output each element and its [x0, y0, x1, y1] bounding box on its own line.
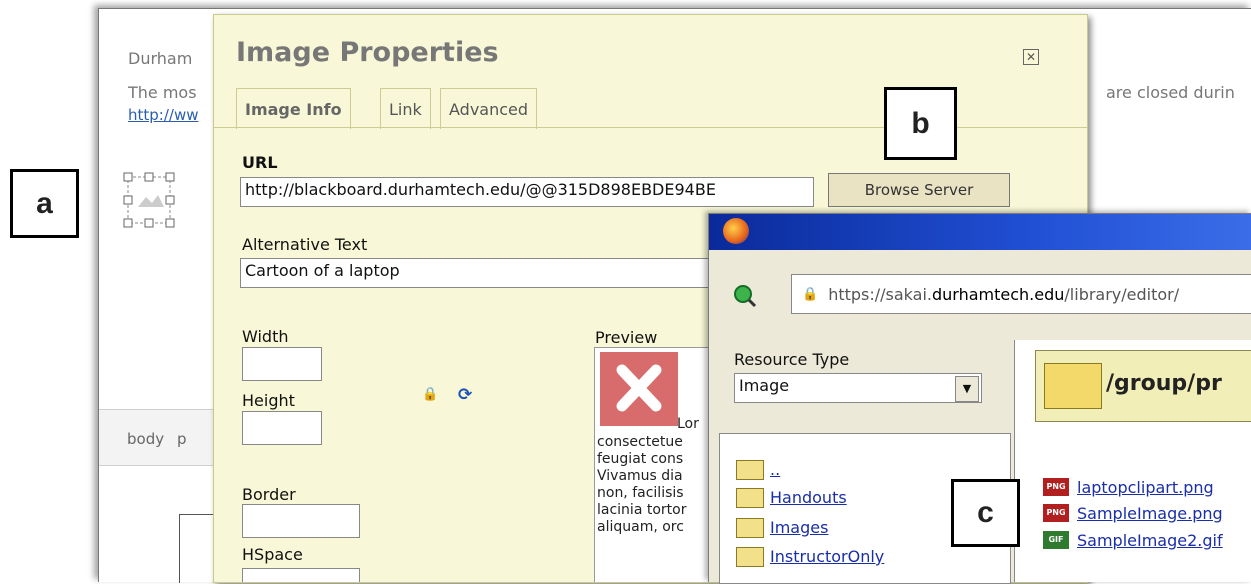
callout-c: c	[951, 479, 1020, 547]
elementbar-item-body[interactable]: body	[127, 430, 164, 448]
height-field[interactable]	[242, 411, 322, 445]
tab-link[interactable]: Link	[380, 88, 431, 129]
folder-open-icon	[1044, 363, 1102, 409]
border-label: Border	[242, 485, 296, 504]
tree-item-handouts[interactable]: Handouts	[770, 488, 847, 507]
folder-open-icon	[736, 518, 764, 538]
width-label: Width	[242, 327, 289, 346]
preview-box: Lor consectetue feugiat cons Vivamus dia…	[594, 347, 716, 582]
callout-a: a	[10, 169, 79, 238]
resource-type-label: Resource Type	[734, 350, 850, 369]
height-label: Height	[242, 391, 295, 410]
elementbar-item-p[interactable]: p	[177, 430, 187, 448]
tree-item-instructoronly[interactable]: InstructorOnly	[770, 547, 884, 566]
folder-icon	[736, 547, 764, 567]
folder-up-icon	[736, 460, 764, 480]
editor-text-line1: Durham	[128, 49, 193, 68]
lock-ratio-icon[interactable]: 🔒	[422, 387, 438, 402]
preview-label: Preview	[595, 328, 658, 347]
callout-b: b	[884, 87, 957, 160]
preview-line: feugiat cons	[597, 451, 684, 467]
lock-icon: 🔒	[802, 286, 819, 302]
preview-line: aliquam, orc	[597, 519, 684, 535]
file-item-sampleimage[interactable]: SampleImage.png	[1077, 504, 1223, 523]
broken-image-icon	[600, 352, 678, 426]
site-identity-icon[interactable]	[731, 282, 757, 308]
file-item-laptopclipart[interactable]: laptopclipart.png	[1077, 478, 1214, 497]
browser-url-field[interactable]: 🔒 https://sakai. durhamtech.edu/library/e…	[791, 274, 1251, 314]
tab-image-info[interactable]: Image Info	[236, 88, 351, 129]
width-field[interactable]	[242, 347, 322, 381]
border-field[interactable]	[242, 504, 360, 538]
preview-line: Lor	[677, 416, 699, 432]
preview-line: consectetue	[597, 434, 683, 450]
file-list-panel: /group/pr PNG laptopclipart.png PNG Samp…	[1014, 340, 1251, 582]
image-placeholder-icon[interactable]	[122, 169, 177, 231]
dialog-title: Image Properties	[236, 37, 499, 68]
reset-size-icon[interactable]: ⟳	[458, 385, 472, 405]
browser-titlebar[interactable]	[709, 214, 1251, 250]
preview-line: non, facilisis	[597, 485, 684, 501]
chevron-down-icon[interactable]: ▼	[955, 376, 979, 402]
alt-text-field[interactable]: Cartoon of a laptop	[240, 258, 720, 288]
resource-type-panel: Resource Type Image ▼	[719, 340, 1009, 430]
preview-line: lacinia tortor	[597, 502, 687, 518]
editor-link[interactable]: http://ww	[128, 106, 199, 124]
preview-line: Vivamus dia	[597, 468, 683, 484]
editor-text-line2-end: are closed durin	[1106, 83, 1235, 102]
png-file-icon: PNG	[1043, 504, 1069, 522]
browse-server-button[interactable]: Browse Server	[828, 173, 1010, 207]
address-bar: 🔒 https://sakai. durhamtech.edu/library/e…	[709, 250, 1251, 340]
alt-text-label: Alternative Text	[242, 235, 368, 254]
resource-type-select[interactable]: Image ▼	[734, 373, 982, 403]
url-prefix: https://sakai.	[828, 284, 932, 304]
close-icon[interactable]: ✕	[1023, 49, 1039, 65]
url-field[interactable]: http://blackboard.durhamtech.edu/@@315D8…	[240, 177, 814, 207]
url-label: URL	[242, 153, 278, 172]
folder-icon	[736, 488, 764, 508]
hspace-label: HSpace	[242, 545, 303, 564]
url-suffix: /library/editor/	[1064, 284, 1180, 304]
resource-type-value: Image	[739, 376, 790, 395]
tab-advanced[interactable]: Advanced	[440, 88, 538, 129]
png-file-icon: PNG	[1043, 478, 1069, 496]
current-folder-path: /group/pr	[1106, 371, 1222, 396]
tree-item-parent[interactable]: ..	[770, 460, 780, 479]
editor-text-line2: The mos	[128, 83, 197, 102]
tree-item-images[interactable]: Images	[770, 518, 828, 537]
current-folder-header: /group/pr	[1035, 350, 1251, 422]
url-domain: durhamtech.edu	[932, 284, 1065, 304]
gif-file-icon: GIF	[1043, 531, 1069, 549]
firefox-icon	[723, 218, 749, 244]
file-item-sampleimage2[interactable]: SampleImage2.gif	[1077, 531, 1223, 550]
